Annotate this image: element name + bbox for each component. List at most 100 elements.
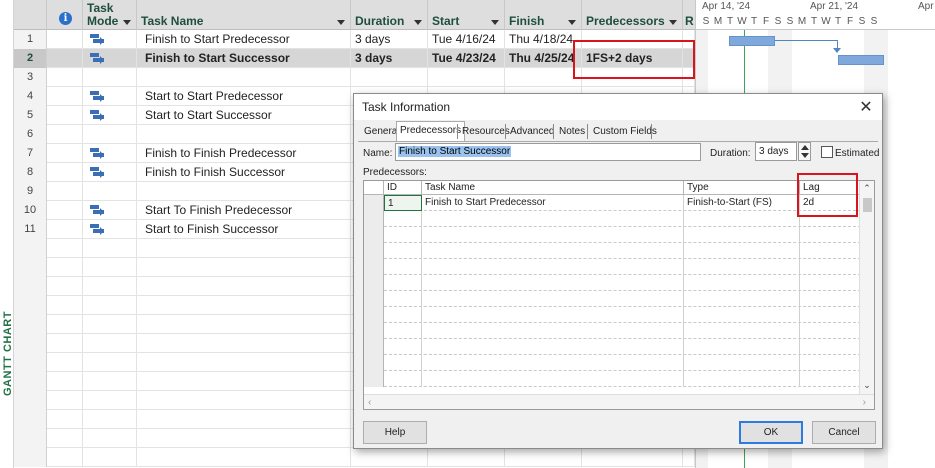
scroll-thumb[interactable] [863,198,872,212]
predecessor-row-header[interactable] [364,291,384,307]
info-column-header[interactable]: i [47,0,83,30]
task-name-cell[interactable]: Finish to Finish Predecessor [137,144,351,163]
predecessor-row-header[interactable] [364,195,384,211]
predecessor-lag-cell[interactable] [800,307,861,323]
task-name-cell[interactable] [137,182,351,201]
next-column-header[interactable]: R [683,0,695,30]
task-mode-cell[interactable] [83,201,137,220]
task-mode-cell[interactable] [83,220,137,239]
start-header[interactable]: Start [428,0,505,30]
task-mode-header[interactable]: Task Mode [83,0,137,30]
predecessor-row[interactable] [364,227,861,243]
predecessor-id-cell[interactable] [384,355,422,371]
predecessor-row-header[interactable] [364,307,384,323]
row-number[interactable]: 3 [14,68,47,87]
start-cell[interactable]: Tue 4/16/24 [428,30,505,49]
empty-cell[interactable] [14,277,47,296]
predecessor-type-cell[interactable] [684,291,800,307]
empty-cell[interactable] [47,296,83,315]
predecessor-id-cell[interactable] [384,227,422,243]
predecessor-row[interactable] [364,291,861,307]
empty-cell[interactable] [505,448,582,467]
start-cell[interactable] [428,68,505,87]
row-number[interactable]: 2 [14,49,47,68]
info-cell[interactable] [47,182,83,201]
predecessor-row-header[interactable] [364,259,384,275]
duration-header[interactable]: Duration [351,0,428,30]
predecessor-lag-cell[interactable] [800,371,861,387]
task-mode-cell[interactable] [83,49,137,68]
empty-cell[interactable] [137,410,351,429]
empty-cell[interactable] [47,239,83,258]
predecessor-row[interactable]: 1 Finish to Start Predecessor Finish-to-St… [364,195,861,211]
predecessor-id-cell[interactable] [384,307,422,323]
spin-down-icon[interactable] [801,153,809,158]
task-name-cell[interactable]: Finish to Start Predecessor [137,30,351,49]
row-number[interactable]: 8 [14,163,47,182]
empty-cell[interactable] [137,391,351,410]
empty-cell[interactable] [47,429,83,448]
empty-cell[interactable] [83,372,137,391]
empty-cell[interactable] [14,372,47,391]
task-mode-dropdown-icon[interactable] [123,20,131,25]
predecessor-lag-cell[interactable] [800,243,861,259]
empty-cell[interactable] [14,315,47,334]
info-cell[interactable] [47,220,83,239]
predecessor-task-cell[interactable] [422,259,684,275]
empty-cell[interactable] [83,277,137,296]
duration-spinner[interactable] [798,142,811,161]
duration-cell[interactable]: 3 days [351,30,428,49]
empty-cell[interactable] [137,334,351,353]
task-name-dropdown-icon[interactable] [337,20,345,25]
predecessor-row[interactable] [364,307,861,323]
predecessor-row-header[interactable] [364,371,384,387]
finish-header[interactable]: Finish [505,0,582,30]
finish-cell[interactable]: Thu 4/18/24 [505,30,582,49]
empty-cell[interactable] [351,448,428,467]
info-cell[interactable] [47,68,83,87]
empty-cell[interactable] [83,448,137,467]
predecessor-lag-cell[interactable] [800,275,861,291]
duration-field[interactable]: 3 days [755,142,797,161]
predecessor-row-header[interactable] [364,339,384,355]
empty-cell[interactable] [137,239,351,258]
row-number[interactable]: 7 [14,144,47,163]
start-dropdown-icon[interactable] [491,20,499,25]
empty-cell[interactable] [137,315,351,334]
duration-cell[interactable]: 3 days [351,49,428,68]
predecessor-task-cell[interactable] [422,275,684,291]
predecessor-type-cell[interactable] [684,227,800,243]
empty-cell[interactable] [47,315,83,334]
predecessor-task-cell[interactable]: Finish to Start Predecessor [422,195,684,211]
task-name-cell[interactable]: Start to Start Predecessor [137,87,351,106]
empty-cell[interactable] [47,353,83,372]
predecessor-lag-cell[interactable] [800,259,861,275]
row-number[interactable]: 9 [14,182,47,201]
task-mode-cell[interactable] [83,182,137,201]
predecessor-row-header[interactable] [364,227,384,243]
row-number[interactable]: 1 [14,30,47,49]
vertical-scrollbar[interactable]: ⌃ ⌄ [859,181,874,395]
empty-cell[interactable] [137,353,351,372]
empty-cell[interactable] [14,258,47,277]
predecessors-header[interactable]: Predecessors [582,0,683,30]
task-name-cell[interactable]: Start to Finish Successor [137,220,351,239]
empty-cell[interactable] [137,277,351,296]
predecessor-type-cell[interactable] [684,275,800,291]
empty-cell[interactable] [137,258,351,277]
empty-cell[interactable] [47,391,83,410]
empty-cell[interactable] [83,258,137,277]
task-mode-cell[interactable] [83,68,137,87]
info-cell[interactable] [47,201,83,220]
empty-cell[interactable] [83,410,137,429]
task-name-cell[interactable]: Finish to Finish Successor [137,163,351,182]
empty-cell[interactable] [14,239,47,258]
predecessor-id-cell[interactable] [384,371,422,387]
predecessor-task-cell[interactable] [422,227,684,243]
empty-cell[interactable] [137,448,351,467]
empty-cell[interactable] [83,429,137,448]
empty-cell[interactable] [14,410,47,429]
predecessor-type-cell[interactable] [684,323,800,339]
horizontal-scrollbar[interactable]: ‹ › [364,394,874,409]
empty-cell[interactable] [83,315,137,334]
